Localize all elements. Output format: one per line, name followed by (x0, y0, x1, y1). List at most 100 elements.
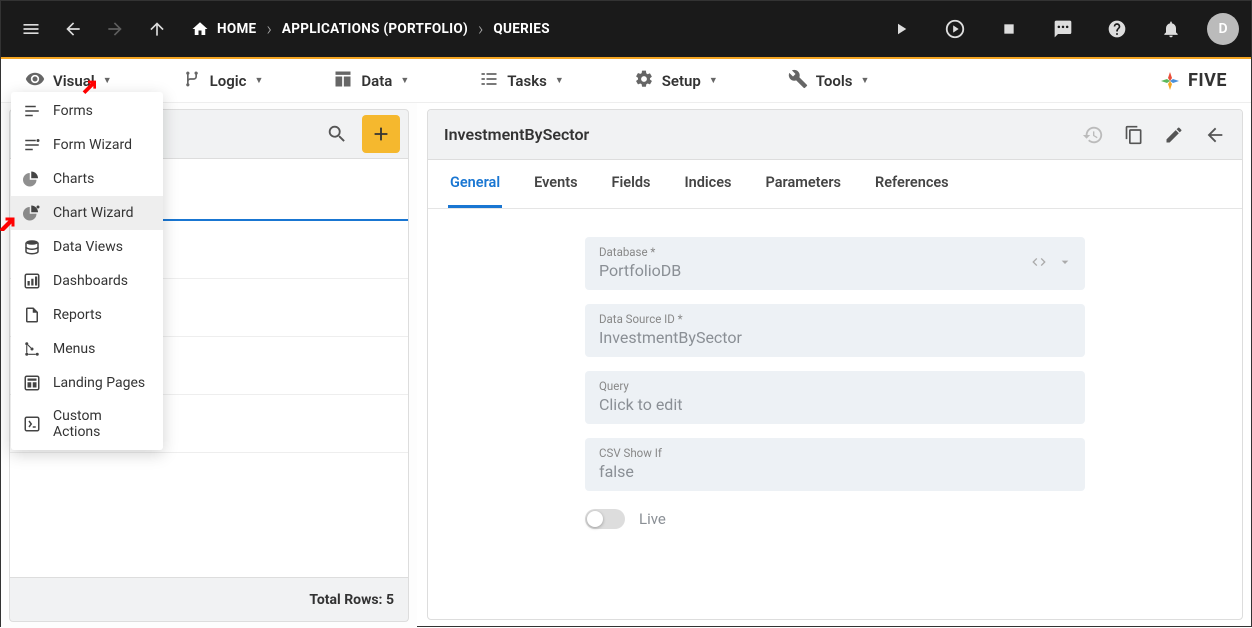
field-label: Query (599, 379, 1071, 393)
menu-logic[interactable]: Logic ▼ (168, 63, 278, 99)
logo-icon (1158, 69, 1182, 93)
dd-menus[interactable]: Menus (11, 332, 163, 366)
play-icon[interactable] (883, 11, 919, 47)
field-label: CSV Show If (599, 446, 1071, 460)
list-icon (479, 69, 499, 93)
breadcrumb-queries[interactable]: QUERIES (493, 21, 549, 37)
dd-charts[interactable]: Charts (11, 162, 163, 196)
query-field[interactable]: Query Click to edit (585, 371, 1085, 424)
dd-label: Forms (53, 103, 93, 119)
back-icon[interactable] (55, 11, 91, 47)
chevron-down-icon: ▼ (555, 75, 564, 86)
dd-dashboards[interactable]: Dashboards (11, 264, 163, 298)
live-toggle[interactable] (585, 509, 625, 529)
breadcrumb-label: HOME (217, 21, 256, 37)
tab-references[interactable]: References (873, 160, 951, 208)
tab-parameters[interactable]: Parameters (764, 160, 844, 208)
csv-field[interactable]: CSV Show If false (585, 438, 1085, 491)
add-button[interactable] (362, 115, 400, 153)
help-icon[interactable] (1099, 11, 1135, 47)
dd-custom-actions[interactable]: Custom Actions (11, 400, 163, 448)
code-icon[interactable] (1031, 254, 1047, 274)
wrench-icon (788, 69, 808, 93)
chevron-down-icon[interactable] (1057, 254, 1073, 274)
back-arrow-icon[interactable] (1204, 124, 1226, 146)
app-logo: FIVE (1158, 69, 1241, 93)
breadcrumb: HOME › APPLICATIONS (PORTFOLIO) › QUERIE… (191, 19, 550, 40)
menu-tools[interactable]: Tools ▼ (774, 63, 884, 99)
inspector-icon[interactable] (937, 11, 973, 47)
up-icon[interactable] (139, 11, 175, 47)
dd-reports[interactable]: Reports (11, 298, 163, 332)
tab-fields[interactable]: Fields (610, 160, 653, 208)
hamburger-icon[interactable] (13, 11, 49, 47)
form-area: Database * PortfolioDB Data Source ID * … (428, 209, 1242, 557)
dd-data-views[interactable]: Data Views (11, 230, 163, 264)
dd-forms[interactable]: Forms (11, 94, 163, 128)
table-icon (333, 69, 353, 93)
breadcrumb-applications[interactable]: APPLICATIONS (PORTFOLIO) (282, 21, 468, 37)
tab-label: References (875, 174, 949, 191)
gear-icon (634, 69, 654, 93)
menu-label: Logic (210, 72, 247, 90)
tab-label: Fields (612, 174, 651, 191)
field-value: InvestmentBySector (599, 328, 1071, 347)
dd-label: Form Wizard (53, 137, 132, 153)
bell-icon[interactable] (1153, 11, 1189, 47)
chevron-right-icon: › (478, 19, 483, 40)
dd-landing-pages[interactable]: Landing Pages (11, 366, 163, 400)
tab-label: General (450, 174, 500, 191)
menu-tasks[interactable]: Tasks ▼ (465, 63, 578, 99)
dd-label: Charts (53, 171, 94, 187)
tab-indices[interactable]: Indices (682, 160, 733, 208)
field-value: PortfolioDB (599, 261, 1071, 280)
chevron-down-icon: ▼ (709, 75, 718, 86)
menu-data[interactable]: Data ▼ (319, 63, 423, 99)
database-field[interactable]: Database * PortfolioDB (585, 237, 1085, 290)
datasource-field[interactable]: Data Source ID * InvestmentBySector (585, 304, 1085, 357)
tab-events[interactable]: Events (532, 160, 579, 208)
tab-label: Parameters (766, 174, 842, 191)
edit-icon[interactable] (1164, 125, 1184, 145)
dd-label: Data Views (53, 239, 123, 255)
dd-label: Menus (53, 341, 95, 357)
logo-text: FIVE (1188, 70, 1227, 91)
dd-form-wizard[interactable]: Form Wizard (11, 128, 163, 162)
menu-setup[interactable]: Setup ▼ (620, 63, 732, 99)
menu-label: Setup (662, 72, 701, 90)
detail-header: InvestmentBySector (428, 110, 1242, 160)
chevron-down-icon: ▼ (254, 75, 263, 86)
user-avatar[interactable]: D (1207, 13, 1239, 45)
forward-icon (97, 11, 133, 47)
menu-label: Visual (53, 72, 95, 90)
dd-label: Custom Actions (53, 408, 151, 440)
live-toggle-row: Live (585, 509, 1085, 529)
chevron-down-icon: ▼ (103, 75, 112, 86)
tab-general[interactable]: General (448, 160, 502, 208)
live-label: Live (639, 510, 666, 528)
search-button[interactable] (318, 115, 356, 153)
dd-label: Landing Pages (53, 375, 145, 391)
field-value: Click to edit (599, 395, 1071, 414)
chevron-right-icon: › (266, 19, 271, 40)
eye-icon (25, 69, 45, 93)
breadcrumb-home[interactable]: HOME (191, 20, 256, 38)
detail-panel: InvestmentBySector General Events Fields… (427, 109, 1243, 620)
dd-label: Dashboards (53, 273, 128, 289)
menu-label: Tools (816, 72, 853, 90)
menu-label: Data (361, 72, 392, 90)
dd-label: Reports (53, 307, 102, 323)
chat-icon[interactable] (1045, 11, 1081, 47)
chevron-down-icon: ▼ (860, 75, 869, 86)
total-rows-label: Total Rows: 5 (309, 592, 394, 608)
stop-icon[interactable] (991, 11, 1027, 47)
tab-label: Indices (684, 174, 731, 191)
dd-label: Chart Wizard (53, 205, 133, 221)
field-label: Database * (599, 245, 1071, 259)
breadcrumb-label: APPLICATIONS (PORTFOLIO) (282, 21, 468, 37)
dd-chart-wizard[interactable]: Chart Wizard (11, 196, 163, 230)
copy-icon[interactable] (1124, 125, 1144, 145)
field-label: Data Source ID * (599, 312, 1071, 326)
history-icon[interactable] (1082, 124, 1104, 146)
list-footer: Total Rows: 5 (9, 578, 409, 622)
